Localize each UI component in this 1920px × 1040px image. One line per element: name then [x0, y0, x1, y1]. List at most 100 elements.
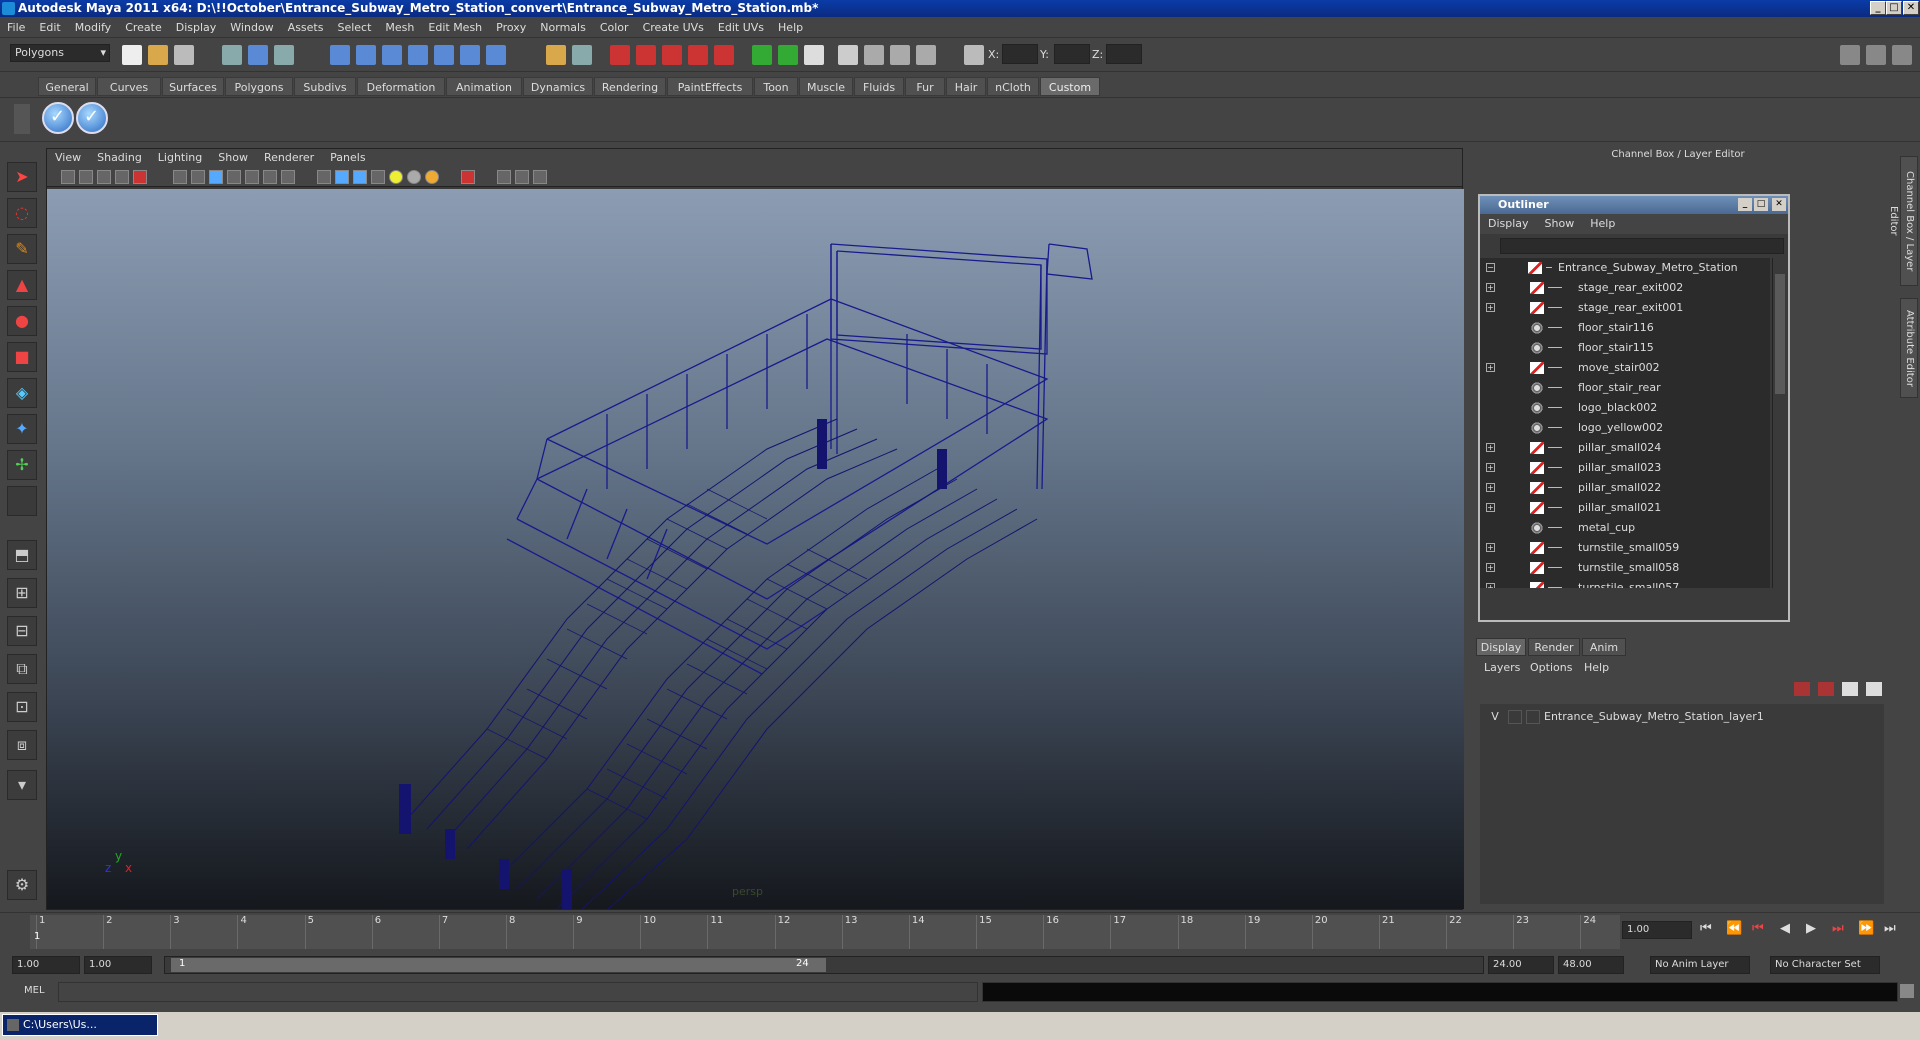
layer-name[interactable]: Entrance_Subway_Metro_Station_layer1 [1544, 710, 1764, 723]
outliner-item[interactable]: + stage_rear_exit001 [1480, 298, 1770, 318]
expand-icon[interactable]: + [1486, 483, 1495, 492]
camera-attributes-icon[interactable] [79, 170, 93, 184]
maximize-button[interactable]: □ [1886, 1, 1902, 15]
render-settings-icon[interactable] [662, 45, 682, 65]
transform-rename-icon[interactable] [890, 45, 910, 65]
menu-file[interactable]: File [0, 17, 32, 38]
shelf-tab-general[interactable]: General [38, 77, 96, 96]
layer-tab-render[interactable]: Render [1528, 638, 1580, 656]
rotate-tool-icon[interactable]: ● [7, 306, 37, 336]
layout-options-icon[interactable]: ▾ [7, 770, 37, 800]
channel-toggle-icon[interactable] [752, 45, 772, 65]
xray-joints-icon[interactable] [533, 170, 547, 184]
outliner-item[interactable]: + pillar_small021 [1480, 498, 1770, 518]
two-d-pan-zoom-icon[interactable] [133, 170, 147, 184]
shelf-tab-surfaces[interactable]: Surfaces [162, 77, 224, 96]
shelf-tab-fluids[interactable]: Fluids [854, 77, 904, 96]
outliner-minimize-button[interactable]: _ [1738, 198, 1752, 211]
vp-menu-show[interactable]: Show [210, 149, 256, 167]
outliner-item[interactable]: floor_stair_rear [1480, 378, 1770, 398]
shelf-tab-toon[interactable]: Toon [754, 77, 798, 96]
shelf-check-icon-2[interactable]: ✓ [76, 102, 108, 134]
playback-end-field[interactable]: 24.00 [1488, 956, 1554, 974]
grid-icon[interactable] [173, 170, 187, 184]
outliner-item[interactable]: − Entrance_Subway_Metro_Station [1480, 258, 1770, 278]
input-output-icon[interactable] [572, 45, 592, 65]
move-layer-down-icon[interactable] [1818, 682, 1834, 696]
resolution-gate-icon[interactable] [209, 170, 223, 184]
step-back-key-icon[interactable]: ⏮ [1752, 921, 1764, 936]
minimize-button[interactable]: _ [1870, 1, 1886, 15]
save-scene-icon[interactable] [174, 45, 194, 65]
select-tool-icon[interactable]: ➤ [7, 162, 37, 192]
make-live-icon[interactable] [434, 45, 454, 65]
universal-manipulator-icon[interactable]: ◈ [7, 378, 37, 408]
shelf-menu-icon[interactable] [14, 104, 30, 134]
help-query-icon[interactable] [486, 45, 506, 65]
expand-icon[interactable]: + [1486, 443, 1495, 452]
wireframe-on-shaded-icon[interactable] [353, 170, 367, 184]
menu-help[interactable]: Help [771, 17, 810, 38]
outliner-filter-field[interactable] [1500, 238, 1784, 254]
anim-layer-dropdown[interactable]: No Anim Layer [1650, 956, 1750, 974]
play-backwards-icon[interactable]: ◀ [1780, 921, 1790, 936]
outliner-item[interactable]: floor_stair115 [1480, 338, 1770, 358]
menu-display[interactable]: Display [169, 17, 224, 38]
render-icon[interactable] [610, 45, 630, 65]
animation-end-field[interactable]: 48.00 [1558, 956, 1624, 974]
new-layer-selected-icon[interactable] [1866, 682, 1882, 696]
step-forward-frame-icon[interactable]: ⏩ [1858, 921, 1874, 936]
last-tool-icon[interactable] [7, 486, 37, 516]
new-scene-icon[interactable] [122, 45, 142, 65]
high-quality-icon[interactable] [425, 170, 439, 184]
outliner-item[interactable]: metal_cup [1480, 518, 1770, 538]
layer-menu-options[interactable]: Options [1530, 661, 1572, 674]
persp-outliner-layout-icon[interactable]: ⊟ [7, 616, 37, 646]
show-manipulator-icon[interactable]: ✢ [7, 450, 37, 480]
layer-row[interactable]: V Entrance_Subway_Metro_Station_layer1 [1480, 708, 1884, 726]
menu-proxy[interactable]: Proxy [489, 17, 533, 38]
safe-action-icon[interactable] [263, 170, 277, 184]
script-editor-icon[interactable] [1900, 984, 1914, 998]
vp-menu-view[interactable]: View [47, 149, 89, 167]
lasso-tool-icon[interactable]: ◌ [7, 198, 37, 228]
expand-icon[interactable]: + [1486, 363, 1495, 372]
attribute-editor-side-tab[interactable]: Attribute Editor [1900, 298, 1918, 398]
hypershade-icon[interactable] [688, 45, 708, 65]
outliner-item[interactable]: + pillar_small024 [1480, 438, 1770, 458]
expand-icon[interactable]: + [1486, 283, 1495, 292]
outliner-menu-show[interactable]: Show [1537, 214, 1583, 234]
outliner-item[interactable]: + stage_rear_exit002 [1480, 278, 1770, 298]
outliner-item[interactable]: floor_stair116 [1480, 318, 1770, 338]
four-view-layout-icon[interactable]: ⊞ [7, 578, 37, 608]
default-lighting-icon[interactable] [389, 170, 403, 184]
shelf-tab-custom[interactable]: Custom [1040, 77, 1100, 96]
outliner-horizontal-scrollbar[interactable] [1486, 590, 1772, 604]
step-forward-key-icon[interactable]: ⏭ [1832, 921, 1844, 936]
persp-viewport[interactable]: y x z persp [47, 189, 1464, 909]
command-language-label[interactable]: MEL [24, 985, 45, 996]
tool-settings-icon[interactable] [804, 45, 824, 65]
menu-assets[interactable]: Assets [281, 17, 331, 38]
shelf-check-icon-1[interactable]: ✓ [42, 102, 74, 134]
vp-menu-renderer[interactable]: Renderer [256, 149, 322, 167]
menu-edit[interactable]: Edit [32, 17, 67, 38]
bookmark-icon[interactable] [97, 170, 111, 184]
menu-mesh[interactable]: Mesh [378, 17, 421, 38]
wireframe-icon[interactable] [317, 170, 331, 184]
go-to-start-icon[interactable]: ⏮ [1700, 921, 1712, 936]
layer-menu-help[interactable]: Help [1584, 661, 1609, 674]
layer-type-toggle[interactable] [1508, 710, 1522, 724]
expand-icon[interactable]: + [1486, 463, 1495, 472]
shelf-tab-subdivs[interactable]: Subdivs [294, 77, 356, 96]
animation-start-field[interactable]: 1.00 [12, 956, 80, 974]
outliner-close-button[interactable]: ✕ [1772, 198, 1786, 211]
step-back-frame-icon[interactable]: ⏪ [1726, 921, 1742, 936]
x-field[interactable] [1002, 44, 1038, 64]
play-forwards-icon[interactable]: ▶ [1806, 921, 1816, 936]
layer-tab-anim[interactable]: Anim [1582, 638, 1626, 656]
z-field[interactable] [1106, 44, 1142, 64]
outliner-item[interactable]: + turnstile_small058 [1480, 558, 1770, 578]
outliner-item[interactable]: logo_yellow002 [1480, 418, 1770, 438]
range-slider-handle[interactable]: 1 24 [171, 958, 826, 972]
